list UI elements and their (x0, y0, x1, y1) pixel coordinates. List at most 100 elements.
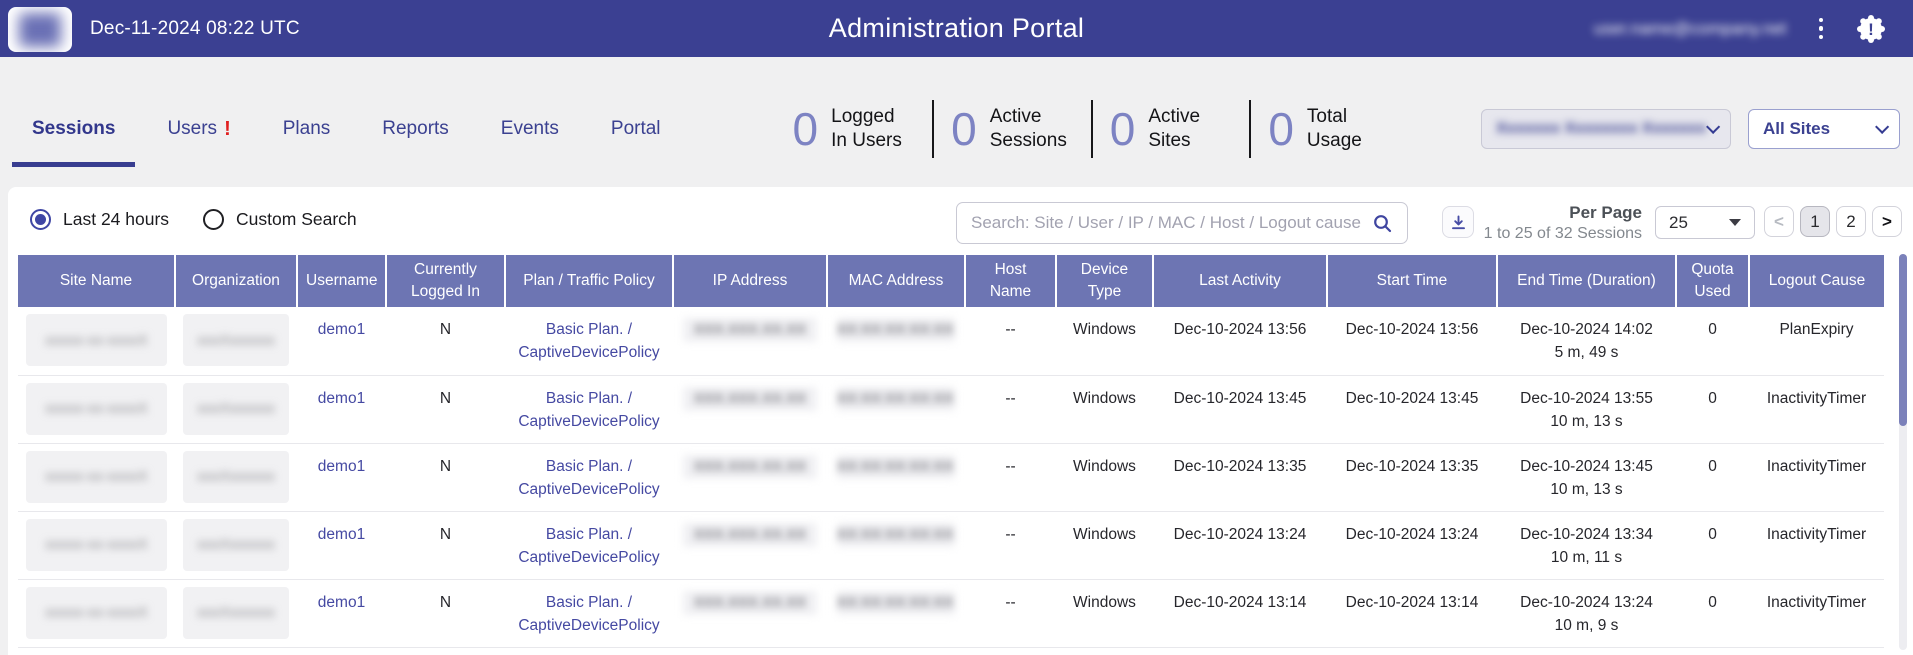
cell-plan: Basic Plan. /CaptiveDevicePolicy (505, 511, 673, 579)
tab-events[interactable]: Events (481, 115, 579, 143)
download-icon (1450, 214, 1467, 231)
stat-label: Active Sites (1148, 105, 1232, 153)
sessions-table-area: Site Name Organization Username Currentl… (8, 255, 1913, 648)
cell-plan: Basic Plan. /CaptiveDevicePolicy (505, 443, 673, 511)
cell-site-name: xxxxx-xx-xxxxX (18, 375, 175, 443)
top-header: Dec-11-2024 08:22 UTC Administration Por… (0, 0, 1913, 57)
cell-host: -- (965, 375, 1056, 443)
sessions-panel: Last 24 hours Custom Search Per Page 1 t… (8, 187, 1913, 655)
col-currently-logged-in: Currently Logged In (386, 255, 505, 307)
stat-label: Total Usage (1307, 105, 1391, 153)
cell-logged-in: N (386, 375, 505, 443)
username-link[interactable]: demo1 (318, 321, 365, 338)
cell-last-activity: Dec-10-2024 13:35 (1153, 443, 1327, 511)
cell-end-time: Dec-10-2024 14:025 m, 49 s (1497, 307, 1676, 375)
plan-link[interactable]: Basic Plan. /CaptiveDevicePolicy (518, 526, 659, 566)
radio-last-24-hours[interactable]: Last 24 hours (30, 209, 169, 230)
cell-logged-in: N (386, 511, 505, 579)
cell-username: demo1 (297, 579, 386, 647)
tab-sessions[interactable]: Sessions (12, 115, 135, 143)
cell-quota: 0 (1676, 511, 1749, 579)
cell-quota: 0 (1676, 375, 1749, 443)
cell-logged-in: N (386, 307, 505, 375)
summary-stats: 0 Logged In Users 0 Active Sessions 0 Ac… (793, 100, 1391, 158)
tab-plans[interactable]: Plans (263, 115, 351, 143)
page-1-button[interactable]: 1 (1800, 206, 1830, 237)
cell-ip: XXX.XXX.XX.XX (673, 443, 827, 511)
cell-device: Windows (1056, 443, 1153, 511)
username-link[interactable]: demo1 (318, 458, 365, 475)
cell-ip: XXX.XXX.XX.XX (673, 375, 827, 443)
organization-dropdown[interactable]: Xxxxxxx Xxxxxxxx Xxxxxxx (1481, 109, 1731, 149)
username-link[interactable]: demo1 (318, 594, 365, 611)
cell-quota: 0 (1676, 443, 1749, 511)
search-input[interactable] (971, 213, 1372, 233)
cell-logout-cause: PlanExpiry (1749, 307, 1884, 375)
cell-site-name: xxxxx-xx-xxxxX (18, 511, 175, 579)
stat-value: 0 (1268, 106, 1294, 152)
cell-host: -- (965, 511, 1056, 579)
cell-device: Windows (1056, 307, 1153, 375)
stat-value: 0 (1110, 106, 1136, 152)
table-row: xxxxx-xx-xxxxX xxxXxxxxxx demo1 N Basic … (18, 375, 1884, 443)
search-icon[interactable] (1372, 213, 1393, 234)
tab-reports[interactable]: Reports (362, 115, 469, 143)
search-box (956, 202, 1408, 244)
stat-value: 0 (951, 106, 977, 152)
col-username: Username (297, 255, 386, 307)
col-ip-address: IP Address (673, 255, 827, 307)
cell-plan: Basic Plan. /CaptiveDevicePolicy (505, 375, 673, 443)
stat-active-sites: 0 Active Sites (1110, 105, 1233, 153)
col-organization: Organization (175, 255, 297, 307)
cell-logout-cause: InactivityTimer (1749, 375, 1884, 443)
cell-last-activity: Dec-10-2024 13:24 (1153, 511, 1327, 579)
cell-start-time: Dec-10-2024 13:45 (1327, 375, 1497, 443)
sites-dropdown[interactable]: All Sites (1748, 109, 1900, 149)
cell-device: Windows (1056, 375, 1153, 443)
cell-site-name: xxxxx-xx-xxxxX (18, 579, 175, 647)
next-page-button[interactable]: > (1872, 206, 1902, 237)
page-2-button[interactable]: 2 (1836, 206, 1866, 237)
tab-users[interactable]: Users! (147, 115, 250, 143)
username-link[interactable]: demo1 (318, 526, 365, 543)
cell-logged-in: N (386, 443, 505, 511)
main-tabs: Sessions Users! Plans Reports Events Por… (12, 115, 681, 143)
cell-plan: Basic Plan. /CaptiveDevicePolicy (505, 307, 673, 375)
download-button[interactable] (1442, 206, 1474, 238)
overflow-menu-icon[interactable] (1813, 14, 1830, 44)
table-scrollbar-track[interactable] (1899, 254, 1907, 650)
current-datetime: Dec-11-2024 08:22 UTC (90, 18, 300, 40)
cell-last-activity: Dec-10-2024 13:56 (1153, 307, 1327, 375)
cell-organization: xxxXxxxxxx (175, 307, 297, 375)
plan-link[interactable]: Basic Plan. /CaptiveDevicePolicy (518, 594, 659, 634)
radio-custom-search[interactable]: Custom Search (203, 209, 357, 230)
table-scrollbar-thumb[interactable] (1899, 254, 1907, 426)
cell-device: Windows (1056, 579, 1153, 647)
sites-dropdown-value: All Sites (1763, 119, 1830, 139)
cell-username: demo1 (297, 511, 386, 579)
table-row: xxxxx-xx-xxxxX xxxXxxxxxx demo1 N Basic … (18, 579, 1884, 647)
cell-last-activity: Dec-10-2024 13:45 (1153, 375, 1327, 443)
user-email-blurred: user.name@company.net (1594, 19, 1787, 39)
svg-text:!: ! (1868, 20, 1874, 39)
plan-link[interactable]: Basic Plan. /CaptiveDevicePolicy (518, 321, 659, 361)
logo-image-blurred (19, 13, 61, 47)
cell-site-name: xxxxx-xx-xxxxX (18, 443, 175, 511)
cell-username: demo1 (297, 443, 386, 511)
cell-end-time: Dec-10-2024 13:2410 m, 9 s (1497, 579, 1676, 647)
username-link[interactable]: demo1 (318, 390, 365, 407)
stat-divider (1091, 100, 1093, 158)
cell-end-time: Dec-10-2024 13:4510 m, 13 s (1497, 443, 1676, 511)
sessions-table: Site Name Organization Username Currentl… (18, 255, 1884, 648)
cell-plan: Basic Plan. /CaptiveDevicePolicy (505, 579, 673, 647)
cell-device: Windows (1056, 511, 1153, 579)
prev-page-button[interactable]: < (1764, 206, 1794, 237)
plan-link[interactable]: Basic Plan. /CaptiveDevicePolicy (518, 390, 659, 430)
plan-link[interactable]: Basic Plan. /CaptiveDevicePolicy (518, 458, 659, 498)
col-last-activity: Last Activity (1153, 255, 1327, 307)
stat-divider (1249, 100, 1251, 158)
tab-portal[interactable]: Portal (591, 115, 681, 143)
alert-badge-icon[interactable]: ! (1855, 13, 1887, 45)
filter-toolbar: Last 24 hours Custom Search Per Page 1 t… (8, 187, 1913, 255)
page-size-select[interactable]: 25 (1655, 206, 1755, 239)
